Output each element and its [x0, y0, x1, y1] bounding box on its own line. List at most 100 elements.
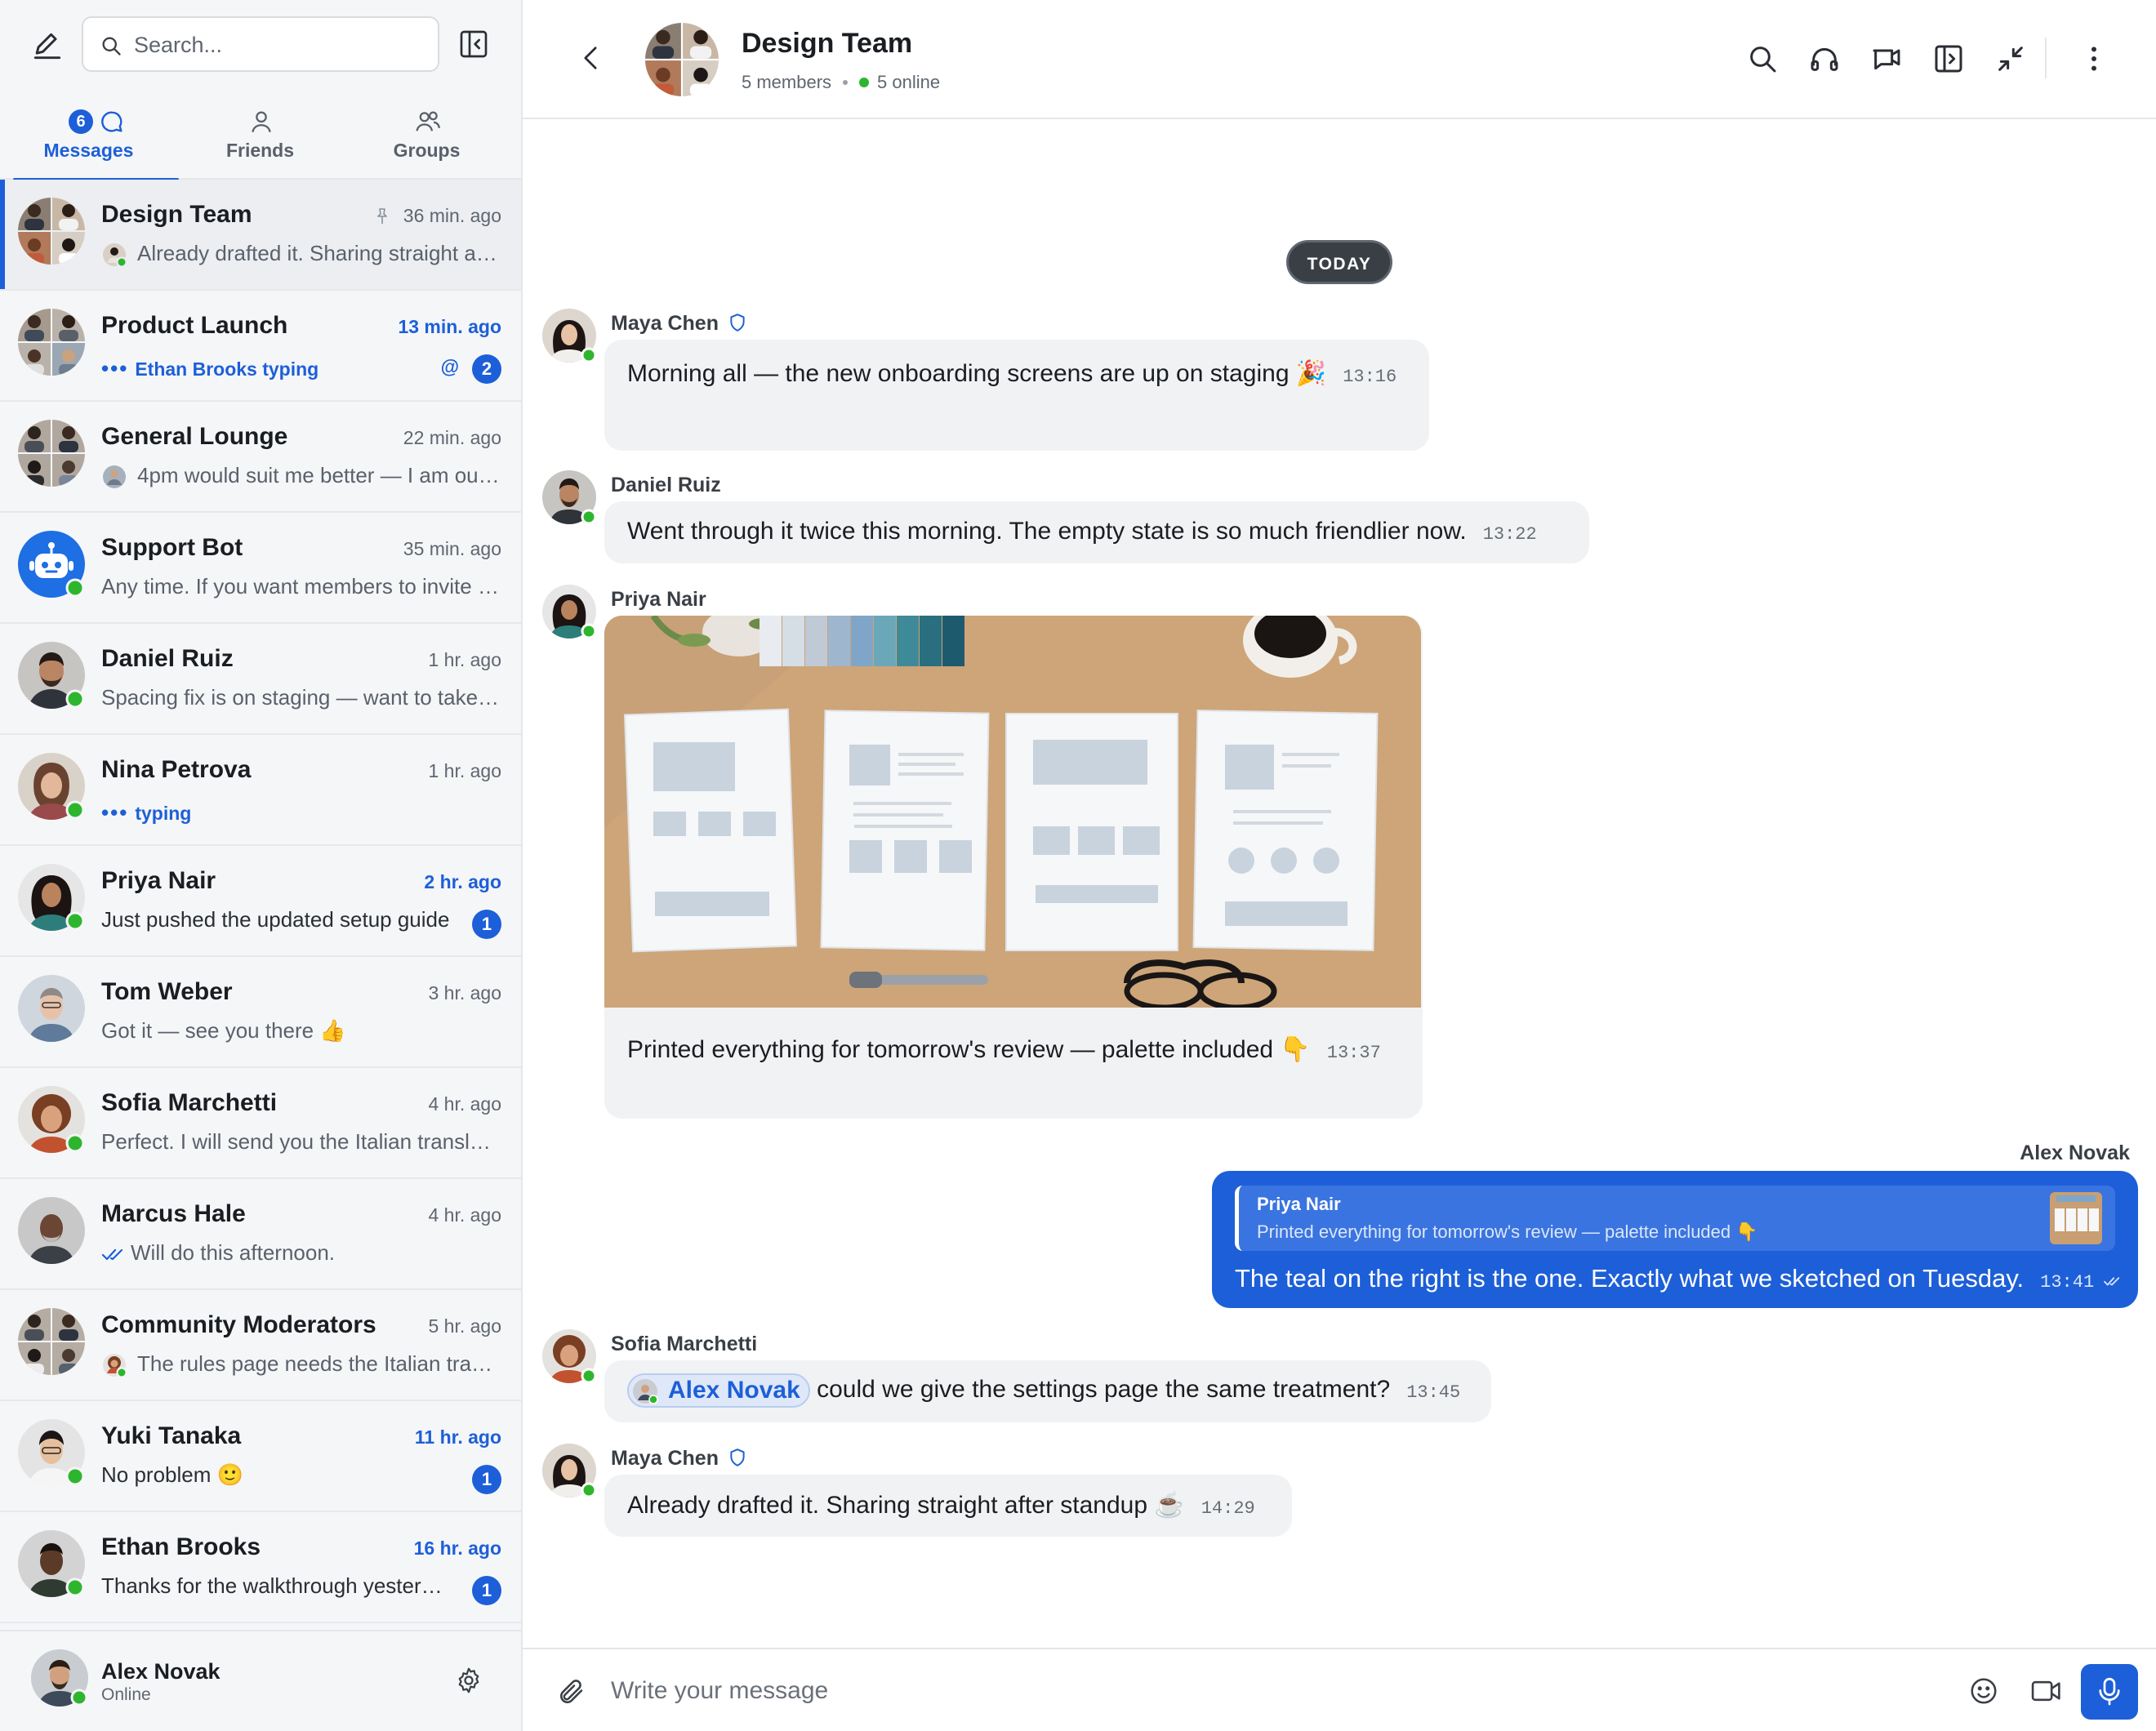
chat-title: Design Team	[742, 28, 913, 59]
conversation-name: Product Launch	[101, 312, 288, 339]
typing-dots-icon: •••	[101, 800, 129, 825]
message-sender: Maya Chen	[611, 1447, 746, 1471]
avatar	[18, 1086, 85, 1153]
message-composer	[523, 1648, 2156, 1731]
day-separator: TODAY	[1286, 240, 1392, 284]
message-time: 13:22	[1482, 524, 1537, 545]
conversation-item[interactable]: Product Launch 13 min. ago ••• Ethan Broo…	[0, 291, 521, 402]
conversation-preview: Just pushed the updated setup guide	[101, 907, 450, 932]
conversation-item[interactable]: Marcus Hale 4 hr. ago Will do this after…	[0, 1179, 521, 1290]
message-text: Printed everything for tomorrow's review…	[627, 1036, 1311, 1063]
conversation-time: 16 hr. ago	[413, 1537, 501, 1559]
palette-swatch	[920, 616, 942, 666]
video-camera-icon[interactable]	[2030, 1677, 2063, 1705]
mention-icon: @	[440, 356, 459, 377]
conversation-name: Tom Weber	[101, 978, 233, 1005]
message-bubble: Already drafted it. Sharing straight aft…	[604, 1475, 1292, 1537]
mention-name: Alex Novak	[668, 1377, 800, 1404]
conversation-preview: Thanks for the walkthrough yesterday!	[101, 1573, 452, 1598]
conversation-time: 35 min. ago	[403, 538, 501, 559]
more-options-icon[interactable]	[2078, 42, 2110, 75]
palette-swatches	[760, 616, 964, 666]
voice-record-button[interactable]	[2081, 1664, 2138, 1720]
conversation-item[interactable]: Community Moderators 5 hr. ago The rules…	[0, 1290, 521, 1401]
unread-badge: 2	[472, 354, 501, 384]
conversation-item[interactable]: Priya Nair 2 hr. ago Just pushed the upd…	[0, 846, 521, 957]
video-chat-icon[interactable]	[1870, 42, 1903, 75]
conversation-name: General Lounge	[101, 423, 288, 450]
tab-groups[interactable]: Groups	[343, 96, 510, 180]
palette-swatch	[782, 616, 804, 666]
online-dot-icon	[859, 78, 870, 87]
avatar	[18, 1419, 85, 1486]
conversation-item[interactable]: Nina Petrova 1 hr. ago ••• typing	[0, 735, 521, 846]
bot-avatar	[18, 531, 85, 598]
collapse-sidebar-icon[interactable]	[457, 28, 490, 60]
conversation-item[interactable]: Yuki Tanaka 11 hr. ago No problem 🙂 1	[0, 1401, 521, 1512]
search-box[interactable]	[82, 16, 439, 72]
separator-dot	[843, 80, 849, 85]
shield-icon	[730, 314, 745, 332]
message-body: Went through it twice this morning. The …	[627, 518, 1537, 545]
chat-bubble-icon	[101, 111, 122, 132]
conversation-time: 36 min. ago	[403, 205, 501, 226]
reply-quote[interactable]: Priya Nair Printed everything for tomorr…	[1235, 1186, 2115, 1251]
message-input[interactable]	[611, 1669, 1632, 1713]
search-icon	[102, 37, 121, 56]
search-icon[interactable]	[1746, 42, 1779, 75]
message-body: Morning all — the new onboarding screens…	[627, 359, 1396, 388]
palette-swatch	[874, 616, 896, 666]
quoted-text: Printed everything for tomorrow's review…	[1257, 1221, 1758, 1242]
shield-icon	[730, 1448, 745, 1466]
conversation-item[interactable]: Sofia Marchetti 4 hr. ago Perfect. I wil…	[0, 1068, 521, 1179]
conversation-time: 5 hr. ago	[428, 1315, 501, 1337]
member-count: 5 members	[742, 72, 832, 92]
sender-name: Maya Chen	[611, 312, 719, 335]
conversation-preview: Any time. If you want members to invite …	[101, 574, 501, 599]
conversation-preview: Already drafted it. Sharing straight aft…	[137, 241, 501, 265]
avatar[interactable]	[31, 1649, 88, 1707]
conversation-preview: Spacing fix is on staging — want to take…	[101, 685, 501, 710]
message-sender: Priya Nair	[611, 588, 706, 611]
conversation-preview: Got it — see you there 👍	[101, 1018, 346, 1043]
conversation-item[interactable]: Tom Weber 3 hr. ago Got it — see you the…	[0, 957, 521, 1068]
conversation-name: Community Moderators	[101, 1311, 376, 1338]
back-arrow-icon[interactable]	[580, 46, 601, 70]
header-divider	[2045, 38, 2047, 78]
sender-mini-avatar	[103, 1354, 127, 1378]
conversation-item[interactable]: Ethan Brooks 16 hr. ago Thanks for the w…	[0, 1512, 521, 1623]
current-user-panel: Alex Novak Online	[0, 1630, 521, 1731]
compose-icon[interactable]	[29, 28, 65, 64]
user-icon	[252, 111, 271, 133]
conversation-time: 11 hr. ago	[414, 1426, 501, 1448]
avatar	[542, 309, 596, 363]
message-sender: Maya Chen	[611, 312, 746, 336]
toggle-panel-icon[interactable]	[1932, 42, 1965, 75]
conversation-time: 3 hr. ago	[428, 982, 501, 1003]
pin-icon	[377, 208, 387, 224]
sender-mini-avatar	[103, 243, 127, 268]
chat-subtitle: 5 members 5 online	[742, 72, 940, 93]
user-mention[interactable]: Alex Novak	[627, 1373, 810, 1408]
group-avatar	[18, 420, 85, 487]
avatar	[18, 864, 85, 931]
image-message-bubble: Printed everything for tomorrow's review…	[604, 616, 1423, 1119]
attached-photo[interactable]	[604, 616, 1421, 1008]
conversation-item[interactable]: General Lounge 22 min. ago 4pm would sui…	[0, 402, 521, 513]
conversation-item[interactable]: Design Team 36 min. ago Already drafted …	[0, 180, 521, 291]
tab-messages[interactable]: 6 Messages	[5, 96, 179, 181]
conversation-item[interactable]: Daniel Ruiz 1 hr. ago Spacing fix is on …	[0, 624, 521, 735]
conversation-time: 4 hr. ago	[428, 1093, 501, 1115]
avatar	[18, 1530, 85, 1597]
palette-swatch	[760, 616, 782, 666]
gear-icon[interactable]	[454, 1666, 483, 1695]
emoji-icon[interactable]	[1968, 1675, 1999, 1707]
conversation-time: 4 hr. ago	[428, 1204, 501, 1226]
avatar	[542, 1444, 596, 1497]
paperclip-icon[interactable]	[557, 1677, 586, 1707]
tab-friends[interactable]: Friends	[176, 96, 344, 180]
conversation-item[interactable]: Support Bot 35 min. ago Any time. If you…	[0, 513, 521, 624]
minimize-icon[interactable]	[1994, 42, 2027, 75]
search-input[interactable]	[134, 29, 420, 60]
headphones-icon[interactable]	[1808, 42, 1841, 75]
